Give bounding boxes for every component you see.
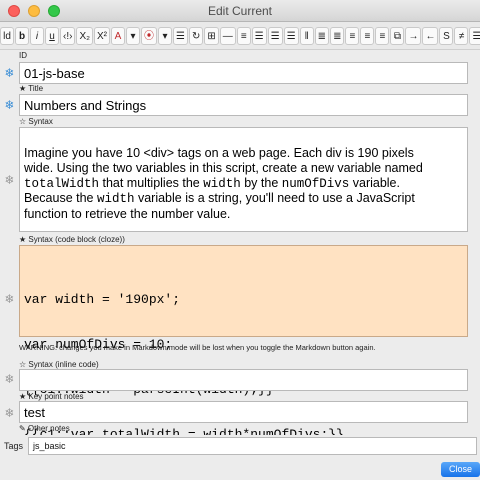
snowflake-icon[interactable]: ❄ [3, 407, 16, 420]
strike-icon[interactable]: S [439, 26, 454, 45]
text-color-menu-icon[interactable]: ▾ [126, 26, 141, 45]
id-field[interactable]: 01-js-base [19, 62, 468, 84]
field-label-id: ID [19, 51, 27, 60]
inline-code: totalWidth [24, 176, 100, 191]
italic-icon[interactable]: i [30, 26, 44, 45]
tags-label: Tags [4, 441, 24, 451]
justify-icon[interactable]: ≡ [345, 26, 360, 45]
field-label-keypoint: ★ Key point notes [19, 392, 84, 401]
bold-icon[interactable]: b [15, 26, 29, 45]
column-icon[interactable]: ‖ [299, 26, 314, 45]
justify-icon[interactable]: ≡ [360, 26, 375, 45]
indent-icon[interactable]: ≣ [314, 26, 330, 45]
not-equal-icon[interactable]: ≠ [454, 26, 469, 45]
align-icon[interactable]: ≡ [236, 26, 251, 45]
field-label-other: ✎ Other notes [19, 424, 70, 433]
snowflake-icon[interactable]: ❄ [3, 174, 16, 187]
field-label-cloze: ★ Syntax (code block (cloze)) [19, 235, 125, 244]
inline-code: numOfDivs [281, 176, 350, 191]
inline-code-field[interactable] [19, 369, 468, 391]
window-title: Edit Current [207, 4, 273, 18]
outdent-icon[interactable]: ≣ [330, 26, 345, 45]
syntax-field[interactable]: Imagine you have 10 <div> tags on a web … [19, 127, 468, 232]
inline-code: width [203, 176, 241, 191]
snowflake-icon[interactable]: ❄ [3, 67, 16, 80]
clear-format-icon[interactable]: ☰ [173, 26, 188, 45]
title-field-value: Numbers and Strings [24, 98, 147, 113]
note-editor: ID ❄ 01-js-base ★ Title ❄ Numbers and St… [0, 50, 480, 435]
close-button[interactable]: Close [441, 462, 480, 477]
syntax-text-run: by the [240, 175, 282, 190]
syntax-line: totalWidth that multiplies the width by … [24, 176, 463, 192]
syntax-text-run: that multiplies the [99, 175, 204, 190]
keypoint-field[interactable]: test [19, 401, 468, 423]
load-icon[interactable]: ld [0, 26, 14, 45]
justify-icon[interactable]: ≡ [375, 26, 390, 45]
list-icon[interactable]: ☰ [283, 26, 299, 45]
syntax-text-run: variable is a string, you'll need to use… [134, 191, 415, 206]
list-icon[interactable]: ☰ [251, 26, 267, 45]
list-icon[interactable]: ☰ [469, 26, 480, 45]
window-titlebar: Edit Current [0, 0, 480, 22]
text-color-icon[interactable]: A [111, 26, 126, 45]
syntax-text-run: variable. [349, 175, 400, 190]
syntax-text-run: Because the [24, 191, 97, 206]
markdown-warning: WARNING: changes you make in Markdown mo… [19, 343, 376, 352]
redo-icon[interactable]: ↻ [188, 26, 204, 45]
code-line: {{c1::var totalWidth = width*numOfDivs;}… [24, 427, 344, 435]
formatting-toolbar: ldbiu‹!›X₂X²A▾⦿▾☰↻⊞—≡☰☰☰‖≣≣≡≡≡⧉→←S≠☰Qfx{… [0, 22, 480, 50]
copy-icon[interactable]: ⧉ [390, 26, 405, 45]
keypoint-field-value: test [24, 405, 45, 420]
tags-bar: Tags js_basic [0, 435, 480, 462]
id-field-value: 01-js-base [24, 66, 85, 81]
field-label-inline: ☆ Syntax (inline code) [19, 360, 99, 369]
tags-input[interactable]: js_basic [28, 437, 477, 455]
arrow-left-icon[interactable]: ← [422, 26, 439, 45]
field-label-title: ★ Title [19, 84, 44, 93]
snowflake-icon[interactable]: ❄ [3, 373, 16, 386]
highlight-icon[interactable]: ⦿ [141, 26, 158, 45]
subscript-icon[interactable]: X₂ [76, 26, 94, 45]
syntax-line: wide. Using the two variables in this sc… [24, 160, 423, 175]
code-line: var width = '190px'; [24, 292, 181, 307]
list-icon[interactable]: ☰ [267, 26, 283, 45]
table-icon[interactable]: ⊞ [204, 26, 219, 45]
title-field[interactable]: Numbers and Strings [19, 94, 468, 116]
underline-icon[interactable]: u [45, 26, 59, 45]
arrow-right-icon[interactable]: → [405, 26, 422, 45]
field-label-syntax: ☆ Syntax [19, 117, 53, 126]
snowflake-icon[interactable]: ❄ [3, 293, 16, 306]
superscript-icon[interactable]: X² [94, 26, 111, 45]
snowflake-icon[interactable]: ❄ [3, 99, 16, 112]
highlight-menu-icon[interactable]: ▾ [158, 26, 173, 45]
syntax-line: function to retrieve the number value. [24, 207, 231, 222]
code-format-icon[interactable]: ‹!› [60, 26, 76, 45]
syntax-field-text: Imagine you have 10 <div> tags on a web … [24, 146, 463, 222]
syntax-line: Imagine you have 10 <div> tags on a web … [24, 146, 414, 160]
inline-code: width [96, 192, 135, 207]
syntax-line: Because the width variable is a string, … [24, 191, 463, 207]
hr-icon[interactable]: — [219, 26, 236, 45]
cloze-code-field[interactable]: var width = '190px'; var numOfDivs = 10;… [19, 245, 468, 435]
